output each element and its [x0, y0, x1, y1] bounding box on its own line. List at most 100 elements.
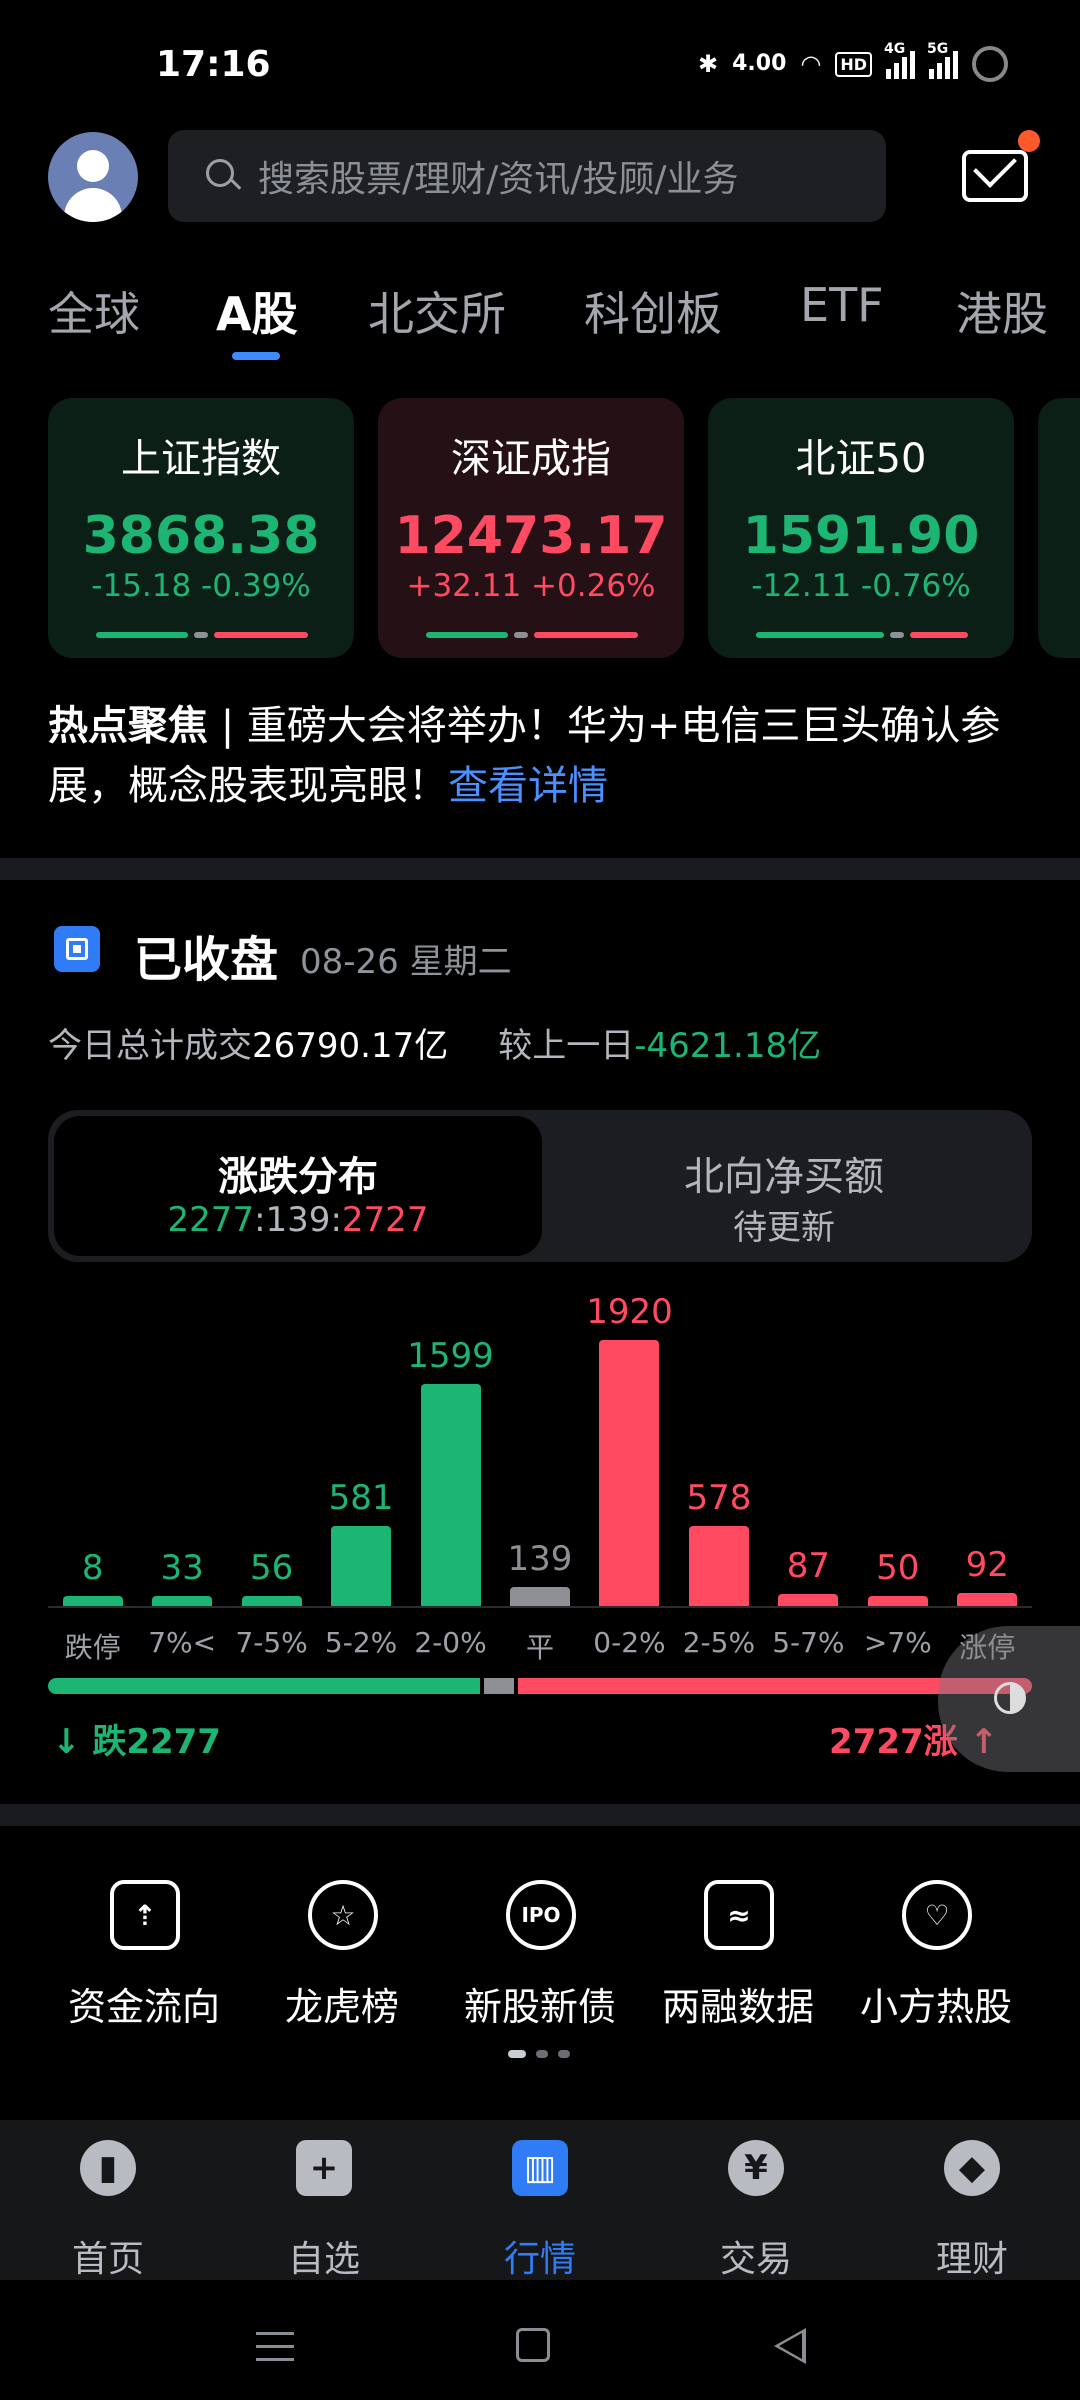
index-change: +32.11 +0.26% — [406, 568, 656, 604]
search-input[interactable]: 搜索股票/理财/资讯/投顾/业务 — [168, 130, 886, 222]
notification-dot — [1018, 130, 1040, 152]
tab-hk-stocks[interactable]: 港股 — [956, 278, 1048, 344]
home-icon: ▮ — [80, 2140, 136, 2196]
section-divider — [0, 858, 1080, 880]
wifi-icon: ◠ — [800, 50, 822, 78]
arrow-down-icon: ↓ — [52, 1722, 93, 1762]
battery-icon — [972, 46, 1008, 82]
index-change: -12.11 -0.76% — [751, 568, 971, 604]
section-divider — [0, 1804, 1080, 1826]
chart-category-label: 7-5% — [235, 1626, 308, 1659]
chart-bar-value: 581 — [328, 1477, 394, 1518]
hot-news-link[interactable]: 查看详情 — [448, 763, 608, 809]
fall-count-label: ↓ 跌2277 — [52, 1722, 221, 1762]
chart-bar-value: 1920 — [586, 1292, 673, 1332]
pager-dot-active — [508, 2050, 526, 2058]
tab-a-shares[interactable]: A股 — [216, 278, 298, 344]
chart-category-label: 0-2% — [593, 1626, 666, 1659]
index-flat-bar — [890, 632, 904, 638]
tab-global[interactable]: 全球 — [48, 278, 140, 344]
toggle-northbound[interactable]: 北向净买额 待更新 — [542, 1116, 1026, 1256]
tab-bse[interactable]: 北交所 — [368, 278, 506, 344]
toggle-northbound-title: 北向净买额 — [684, 1154, 884, 1200]
market-closed-icon — [54, 926, 100, 972]
toggle-northbound-status: 待更新 — [733, 1208, 835, 1248]
margin-data-icon: ≈ — [704, 1880, 774, 1950]
chart-bar-value: 33 — [160, 1548, 204, 1588]
chart-bar — [62, 1596, 123, 1606]
index-value: 12473.17 — [394, 506, 668, 566]
index-card-partial[interactable] — [1038, 398, 1080, 658]
chart-bar-value: 139 — [507, 1538, 573, 1579]
diamond-icon: ◆ — [944, 2140, 1000, 2196]
avatar-head — [77, 150, 109, 182]
hd-icon: HD — [835, 51, 872, 77]
chart-category-label: 2-5% — [682, 1626, 756, 1659]
status-time: 17:16 — [156, 44, 271, 85]
chart-bar — [778, 1593, 839, 1606]
avatar-body — [64, 188, 122, 222]
tab-active-indicator — [232, 352, 280, 360]
hot-news-separator: | — [208, 703, 247, 749]
index-fall-bar — [756, 632, 884, 638]
fall-ratio-bar — [48, 1678, 481, 1694]
chart-bar-value: 92 — [965, 1545, 1009, 1586]
hot-news-tag: 热点聚焦 — [48, 703, 208, 749]
bluetooth-icon: ✱ — [697, 50, 719, 78]
money-flow-icon: ⇡ — [110, 1880, 180, 1950]
index-card-bse50[interactable]: 北证50 1591.90 -12.11 -0.76% — [708, 398, 1014, 658]
chart-bar-value: 8 — [81, 1548, 104, 1588]
index-flat-bar — [514, 632, 528, 638]
chart-bar — [420, 1384, 481, 1606]
index-flat-bar — [194, 632, 208, 638]
chart-bar — [957, 1593, 1018, 1606]
back-icon[interactable] — [774, 2328, 806, 2364]
status-bar: 17:16 ✱ 4.00 ◠ HD 4G 5G — [0, 0, 1080, 130]
heart-chat-icon: ♡ — [902, 1880, 972, 1950]
chart-bar — [867, 1596, 928, 1606]
message-button[interactable] — [962, 130, 1040, 202]
compare-value: -4621.18亿 — [634, 1026, 822, 1066]
index-fall-bar — [96, 632, 188, 638]
index-name: 上证指数 — [121, 436, 281, 482]
chart-bar-value: 578 — [686, 1477, 752, 1518]
volume-value: 26790.17亿 — [252, 1026, 449, 1066]
home-square-icon[interactable] — [516, 2328, 550, 2362]
index-value: 3868.38 — [82, 506, 320, 566]
market-tabs: 全球 A股 北交所 科创板 ETF 港股 — [0, 270, 1080, 370]
index-rise-bar — [534, 632, 638, 638]
menu-icon[interactable] — [256, 2332, 294, 2371]
compare-label: 较上一日 — [498, 1026, 635, 1066]
volume-summary: 今日总计成交26790.17亿 较上一日-4621.18亿 — [48, 1018, 821, 1067]
chart-bar — [331, 1525, 392, 1606]
hot-news[interactable]: 热点聚焦 | 重磅大会将举办！华为+电信三巨头确认参展，概念股表现亮眼！查看详情 — [48, 696, 1038, 816]
index-card-szse[interactable]: 深证成指 12473.17 +32.11 +0.26% — [378, 398, 684, 658]
chart-bar — [688, 1525, 749, 1606]
search-icon — [206, 159, 242, 193]
distribution-chart: 8 跌停 33 7%< 56 7-5% 581 5-2% 1599 2-0% 139 平 1920 0-2… — [0, 1280, 1080, 1664]
chart-category-label: 跌停 — [64, 1631, 121, 1664]
market-status-title: 已收盘 — [134, 932, 279, 988]
status-icons: ✱ 4.00 ◠ HD 4G 5G — [697, 41, 1008, 82]
chart-category-label: 平 — [525, 1631, 554, 1664]
index-value: 1591.90 — [742, 506, 980, 566]
plus-icon: + — [296, 2140, 352, 2196]
chart-bar — [510, 1586, 570, 1606]
tab-etf[interactable]: ETF — [800, 278, 884, 332]
chart-category-label: >7% — [863, 1626, 932, 1659]
avatar[interactable] — [48, 132, 138, 222]
chart-bar — [599, 1340, 660, 1606]
rise-fall-ratio: 2277:139:2727 — [167, 1200, 429, 1240]
yen-icon: ¥ — [728, 2140, 784, 2196]
chart-category-label: 5-2% — [324, 1626, 398, 1659]
index-card-sse[interactable]: 上证指数 3868.38 -15.18 -0.39% — [48, 398, 354, 658]
chart-category-label: 7%< — [148, 1626, 217, 1659]
search-placeholder: 搜索股票/理财/资讯/投顾/业务 — [258, 159, 739, 200]
market-date: 08-26 星期二 — [300, 942, 512, 982]
toggle-rise-fall[interactable]: 涨跌分布 2277:139:2727 — [54, 1116, 542, 1256]
pager-dot — [558, 2050, 570, 2058]
chart-bar-value: 56 — [249, 1548, 294, 1588]
chart-category-label: 2-0% — [414, 1626, 487, 1659]
floating-assist-button[interactable] — [938, 1626, 1080, 1772]
tab-star-market[interactable]: 科创板 — [584, 278, 722, 344]
